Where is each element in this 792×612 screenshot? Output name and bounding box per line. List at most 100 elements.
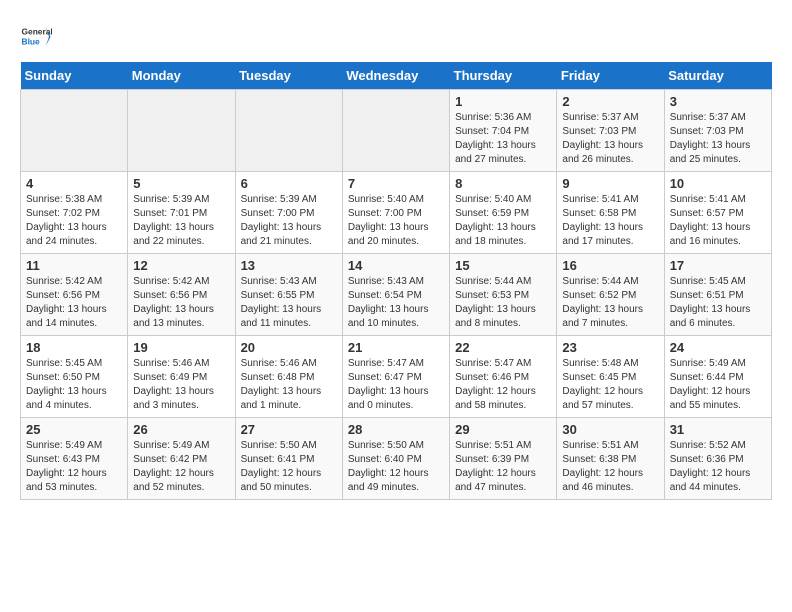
calendar-day-header: Saturday — [664, 62, 771, 90]
day-number: 22 — [455, 340, 551, 355]
day-info: Sunrise: 5:47 AM Sunset: 6:46 PM Dayligh… — [455, 357, 551, 413]
logo: General Blue — [20, 20, 52, 52]
day-info: Sunrise: 5:36 AM Sunset: 7:04 PM Dayligh… — [455, 111, 551, 167]
calendar-cell — [128, 90, 235, 172]
calendar-cell: 17 Sunrise: 5:45 AM Sunset: 6:51 PM Dayli… — [664, 254, 771, 336]
day-info: Sunrise: 5:43 AM Sunset: 6:54 PM Dayligh… — [348, 275, 444, 331]
day-info: Sunrise: 5:46 AM Sunset: 6:49 PM Dayligh… — [133, 357, 229, 413]
day-info: Sunrise: 5:42 AM Sunset: 6:56 PM Dayligh… — [26, 275, 122, 331]
page-header: General Blue — [20, 20, 772, 52]
calendar-cell: 1 Sunrise: 5:36 AM Sunset: 7:04 PM Daylig… — [450, 90, 557, 172]
calendar-cell: 23 Sunrise: 5:48 AM Sunset: 6:45 PM Dayli… — [557, 336, 664, 418]
calendar-day-header: Wednesday — [342, 62, 449, 90]
calendar-cell: 2 Sunrise: 5:37 AM Sunset: 7:03 PM Daylig… — [557, 90, 664, 172]
calendar-cell — [342, 90, 449, 172]
calendar-cell: 9Sunrise: 5:41 AM Sunset: 6:58 PM Daylig… — [557, 172, 664, 254]
calendar-cell: 16 Sunrise: 5:44 AM Sunset: 6:52 PM Dayli… — [557, 254, 664, 336]
day-info: Sunrise: 5:41 AM Sunset: 6:57 PM Dayligh… — [670, 193, 766, 249]
day-number: 3 — [670, 94, 766, 109]
calendar-cell: 6 Sunrise: 5:39 AM Sunset: 7:00 PM Daylig… — [235, 172, 342, 254]
day-number: 15 — [455, 258, 551, 273]
calendar-cell: 29 Sunrise: 5:51 AM Sunset: 6:39 PM Dayli… — [450, 418, 557, 500]
calendar-day-header: Friday — [557, 62, 664, 90]
calendar-week-row: 4Sunrise: 5:38 AM Sunset: 7:02 PM Daylig… — [21, 172, 772, 254]
calendar-cell: 10 Sunrise: 5:41 AM Sunset: 6:57 PM Dayli… — [664, 172, 771, 254]
day-info: Sunrise: 5:47 AM Sunset: 6:47 PM Dayligh… — [348, 357, 444, 413]
day-number: 16 — [562, 258, 658, 273]
day-info: Sunrise: 5:37 AM Sunset: 7:03 PM Dayligh… — [670, 111, 766, 167]
calendar-cell: 3 Sunrise: 5:37 AM Sunset: 7:03 PM Daylig… — [664, 90, 771, 172]
day-number: 10 — [670, 176, 766, 191]
calendar-cell: 26Sunrise: 5:49 AM Sunset: 6:42 PM Dayli… — [128, 418, 235, 500]
day-number: 2 — [562, 94, 658, 109]
day-number: 20 — [241, 340, 337, 355]
day-info: Sunrise: 5:39 AM Sunset: 7:00 PM Dayligh… — [241, 193, 337, 249]
day-number: 4 — [26, 176, 122, 191]
calendar-week-row: 11 Sunrise: 5:42 AM Sunset: 6:56 PM Dayli… — [21, 254, 772, 336]
day-number: 18 — [26, 340, 122, 355]
calendar-cell: 22 Sunrise: 5:47 AM Sunset: 6:46 PM Dayli… — [450, 336, 557, 418]
day-number: 11 — [26, 258, 122, 273]
day-info: Sunrise: 5:52 AM Sunset: 6:36 PM Dayligh… — [670, 439, 766, 495]
day-info: Sunrise: 5:43 AM Sunset: 6:55 PM Dayligh… — [241, 275, 337, 331]
day-number: 30 — [562, 422, 658, 437]
day-number: 17 — [670, 258, 766, 273]
calendar-day-header: Tuesday — [235, 62, 342, 90]
day-info: Sunrise: 5:40 AM Sunset: 6:59 PM Dayligh… — [455, 193, 551, 249]
calendar-cell: 5Sunrise: 5:39 AM Sunset: 7:01 PM Daylig… — [128, 172, 235, 254]
day-info: Sunrise: 5:51 AM Sunset: 6:38 PM Dayligh… — [562, 439, 658, 495]
calendar-week-row: 18 Sunrise: 5:45 AM Sunset: 6:50 PM Dayli… — [21, 336, 772, 418]
day-number: 12 — [133, 258, 229, 273]
calendar-cell: 8 Sunrise: 5:40 AM Sunset: 6:59 PM Daylig… — [450, 172, 557, 254]
day-number: 21 — [348, 340, 444, 355]
svg-text:Blue: Blue — [22, 36, 40, 46]
day-number: 28 — [348, 422, 444, 437]
day-info: Sunrise: 5:39 AM Sunset: 7:01 PM Dayligh… — [133, 193, 229, 249]
calendar-cell: 14Sunrise: 5:43 AM Sunset: 6:54 PM Dayli… — [342, 254, 449, 336]
day-number: 13 — [241, 258, 337, 273]
calendar-body: 1 Sunrise: 5:36 AM Sunset: 7:04 PM Daylig… — [21, 90, 772, 500]
day-number: 25 — [26, 422, 122, 437]
day-number: 1 — [455, 94, 551, 109]
logo-icon: General Blue — [20, 20, 52, 52]
calendar-cell: 20Sunrise: 5:46 AM Sunset: 6:48 PM Dayli… — [235, 336, 342, 418]
day-number: 26 — [133, 422, 229, 437]
day-info: Sunrise: 5:50 AM Sunset: 6:41 PM Dayligh… — [241, 439, 337, 495]
calendar-cell: 30 Sunrise: 5:51 AM Sunset: 6:38 PM Dayli… — [557, 418, 664, 500]
calendar-cell: 11 Sunrise: 5:42 AM Sunset: 6:56 PM Dayli… — [21, 254, 128, 336]
day-info: Sunrise: 5:48 AM Sunset: 6:45 PM Dayligh… — [562, 357, 658, 413]
day-info: Sunrise: 5:44 AM Sunset: 6:52 PM Dayligh… — [562, 275, 658, 331]
day-number: 6 — [241, 176, 337, 191]
calendar-cell: 19 Sunrise: 5:46 AM Sunset: 6:49 PM Dayli… — [128, 336, 235, 418]
calendar-week-row: 25 Sunrise: 5:49 AM Sunset: 6:43 PM Dayli… — [21, 418, 772, 500]
calendar-cell: 21 Sunrise: 5:47 AM Sunset: 6:47 PM Dayli… — [342, 336, 449, 418]
day-number: 19 — [133, 340, 229, 355]
day-number: 23 — [562, 340, 658, 355]
day-info: Sunrise: 5:45 AM Sunset: 6:50 PM Dayligh… — [26, 357, 122, 413]
day-info: Sunrise: 5:45 AM Sunset: 6:51 PM Dayligh… — [670, 275, 766, 331]
day-number: 9 — [562, 176, 658, 191]
day-info: Sunrise: 5:44 AM Sunset: 6:53 PM Dayligh… — [455, 275, 551, 331]
day-number: 29 — [455, 422, 551, 437]
calendar-header-row: SundayMondayTuesdayWednesdayThursdayFrid… — [21, 62, 772, 90]
day-info: Sunrise: 5:37 AM Sunset: 7:03 PM Dayligh… — [562, 111, 658, 167]
calendar-cell: 12 Sunrise: 5:42 AM Sunset: 6:56 PM Dayli… — [128, 254, 235, 336]
calendar-cell: 28 Sunrise: 5:50 AM Sunset: 6:40 PM Dayli… — [342, 418, 449, 500]
day-info: Sunrise: 5:50 AM Sunset: 6:40 PM Dayligh… — [348, 439, 444, 495]
day-number: 8 — [455, 176, 551, 191]
calendar-cell: 7Sunrise: 5:40 AM Sunset: 7:00 PM Daylig… — [342, 172, 449, 254]
calendar-cell: 31Sunrise: 5:52 AM Sunset: 6:36 PM Dayli… — [664, 418, 771, 500]
calendar-day-header: Thursday — [450, 62, 557, 90]
calendar-cell: 18 Sunrise: 5:45 AM Sunset: 6:50 PM Dayli… — [21, 336, 128, 418]
calendar-cell — [235, 90, 342, 172]
calendar-cell: 4Sunrise: 5:38 AM Sunset: 7:02 PM Daylig… — [21, 172, 128, 254]
day-info: Sunrise: 5:49 AM Sunset: 6:43 PM Dayligh… — [26, 439, 122, 495]
calendar-cell: 24Sunrise: 5:49 AM Sunset: 6:44 PM Dayli… — [664, 336, 771, 418]
day-info: Sunrise: 5:42 AM Sunset: 6:56 PM Dayligh… — [133, 275, 229, 331]
calendar-cell: 13 Sunrise: 5:43 AM Sunset: 6:55 PM Dayli… — [235, 254, 342, 336]
day-number: 24 — [670, 340, 766, 355]
day-info: Sunrise: 5:51 AM Sunset: 6:39 PM Dayligh… — [455, 439, 551, 495]
calendar-day-header: Sunday — [21, 62, 128, 90]
calendar-cell: 15 Sunrise: 5:44 AM Sunset: 6:53 PM Dayli… — [450, 254, 557, 336]
calendar-cell: 27Sunrise: 5:50 AM Sunset: 6:41 PM Dayli… — [235, 418, 342, 500]
